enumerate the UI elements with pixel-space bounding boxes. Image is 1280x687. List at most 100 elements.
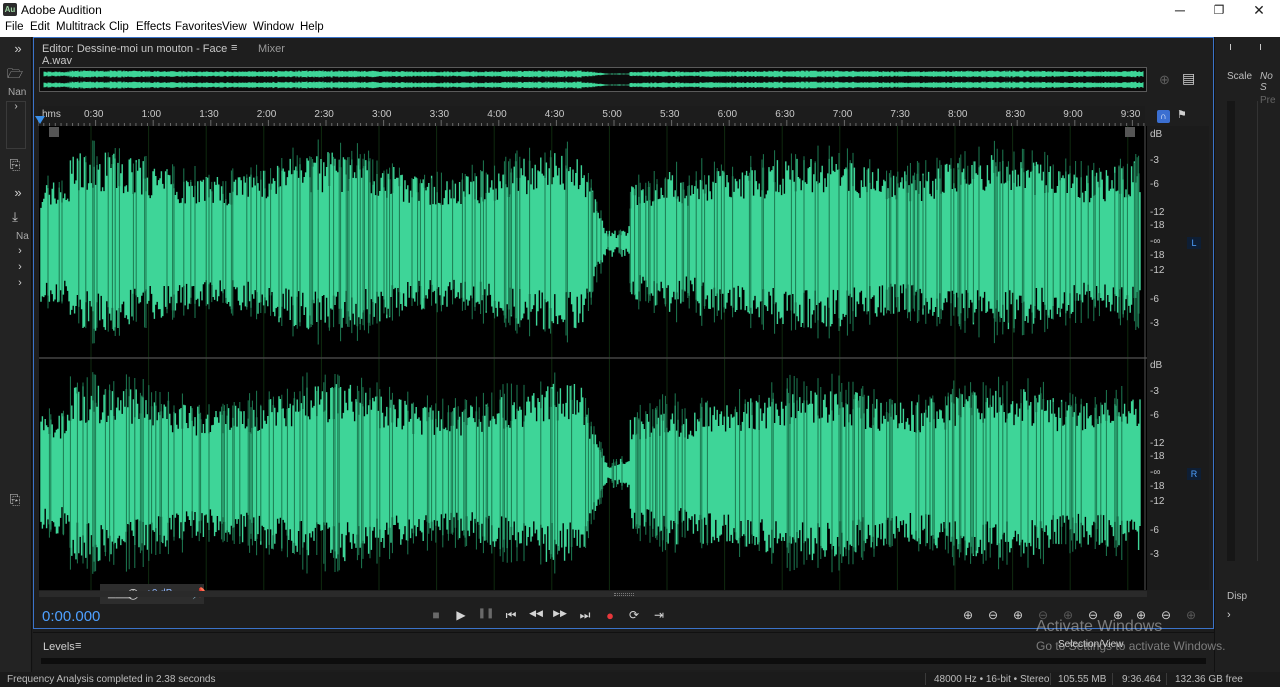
time-ruler[interactable]: hms 0:30 1:00 1:30 2:00 2:30 3:00 3:30 4:00 4:30… [38, 106, 1145, 126]
zoom-extra-button[interactable]: ⊕ [1181, 608, 1201, 622]
db-label: -12 [1150, 265, 1165, 276]
menu-favorites[interactable]: Favorites [175, 21, 222, 33]
expand-panel-icon-2[interactable]: » [8, 185, 28, 200]
db-label: -12 [1150, 207, 1165, 218]
db-label: -6 [1150, 294, 1159, 305]
chevron-right-icon-3[interactable]: › [10, 261, 30, 273]
status-divider [925, 673, 926, 685]
db-label: -18 [1150, 481, 1165, 492]
menu-window[interactable]: Window [253, 21, 294, 33]
zoom-overview-icon[interactable]: ⊕ [1159, 72, 1170, 88]
go-to-start-button[interactable]: ⏮ [502, 608, 520, 623]
media-browser-icon[interactable]: ⤓ [5, 209, 25, 225]
overview-waveform[interactable] [39, 67, 1147, 92]
status-divider [1050, 673, 1051, 685]
db-unit-bottom: dB [1150, 360, 1163, 371]
db-label: -6 [1150, 410, 1159, 421]
chevron-right-icon-4[interactable]: › [10, 277, 30, 289]
activate-windows-subtitle: Go to Settings to activate Windows. [1036, 639, 1226, 653]
tab-mixer[interactable]: Mixer [258, 43, 285, 55]
menu-view[interactable]: View [222, 21, 247, 33]
status-divider [1166, 673, 1167, 685]
waveform-display[interactable] [39, 126, 1147, 590]
playhead-marker[interactable] [35, 116, 45, 124]
status-size: 105.55 MB [1058, 674, 1107, 685]
db-unit-top: dB [1150, 129, 1163, 140]
ruler-marks [38, 120, 1145, 126]
right-panel-area [1257, 101, 1280, 561]
open-folder-icon[interactable]: 🗁 [5, 65, 25, 87]
db-label: -18 [1150, 220, 1165, 231]
files-name-label: Nan [8, 87, 27, 98]
zoom-out-amplitude-button[interactable]: ⊖ [983, 608, 1003, 622]
editor-panel: Editor: Dessine-moi un mouton - Face A.w… [33, 37, 1214, 629]
no-selection-label: No S [1260, 71, 1273, 93]
db-label: -18 [1150, 451, 1165, 462]
channel-left-badge[interactable]: L [1187, 237, 1201, 249]
menu-help[interactable]: Help [300, 21, 324, 33]
status-format: 48000 Hz • 16-bit • Stereo [934, 674, 1050, 685]
menu-multitrack[interactable]: Multitrack [56, 21, 105, 33]
status-message: Frequency Analysis completed in 2.38 sec… [7, 674, 216, 685]
status-divider [1112, 673, 1113, 685]
panel-grip-icon-2[interactable]: ı [1259, 41, 1262, 53]
insert-icon[interactable]: ⎘ [5, 157, 25, 173]
db-scale: dB -3 -6 -12 -18 -∞ -18 -12 -6 -3 L dB -… [1147, 126, 1209, 590]
pause-button[interactable]: ❚❚ [477, 608, 495, 619]
db-label: -∞ [1150, 236, 1161, 247]
minimize-button[interactable]: ─ [1160, 0, 1200, 20]
db-label: -12 [1150, 438, 1165, 449]
chevron-right-icon-5[interactable]: › [1227, 609, 1231, 621]
marker-icon[interactable]: ⚑ [1177, 108, 1187, 121]
levels-title[interactable]: Levels [43, 641, 75, 653]
waveform-svg [39, 126, 1147, 590]
loop-button[interactable]: ⟳ [625, 608, 643, 622]
db-label: -3 [1150, 318, 1159, 329]
chevron-right-icon[interactable]: › [6, 101, 26, 112]
go-to-end-button[interactable]: ⏭ [576, 608, 594, 623]
menu-effects[interactable]: Effects [136, 21, 171, 33]
panel-grip-icon[interactable]: ı [1229, 41, 1232, 53]
rewind-button[interactable]: ◀◀ [527, 608, 545, 619]
fade-out-handle[interactable] [1125, 127, 1135, 137]
snap-icon[interactable]: ∩ [1157, 110, 1170, 123]
right-dock: ı ı Scale No S Pre Disp › [1214, 37, 1280, 672]
zoom-in-time-button[interactable]: ⊕ [1008, 608, 1028, 622]
db-label: -3 [1150, 386, 1159, 397]
skip-selection-button[interactable]: ⇥ [650, 608, 668, 622]
scrollbar-grip[interactable] [614, 593, 634, 596]
stop-button[interactable]: ■ [427, 608, 445, 622]
db-label: -6 [1150, 179, 1159, 190]
status-duration: 9:36.464 [1122, 674, 1161, 685]
fade-in-handle[interactable] [49, 127, 59, 137]
list-icon[interactable]: ▤ [1182, 70, 1195, 87]
timecode-display[interactable]: 0:00.000 [42, 608, 100, 625]
overview-svg [40, 68, 1146, 91]
tab-menu-icon[interactable]: ≡ [231, 42, 237, 54]
status-free-space: 132.36 GB free [1175, 674, 1243, 685]
channel-right-badge[interactable]: R [1187, 468, 1201, 480]
zoom-in-amplitude-button[interactable]: ⊕ [958, 608, 978, 622]
insert-icon-2[interactable]: ⎘ [5, 492, 25, 508]
tab-strip: Editor: Dessine-moi un mouton - Face A.w… [34, 38, 1213, 71]
levels-menu-icon[interactable]: ≡ [75, 640, 81, 652]
db-label: -6 [1150, 525, 1159, 536]
play-button[interactable]: ▶ [452, 608, 470, 622]
maximize-button[interactable]: ❐ [1199, 0, 1239, 20]
menu-bar: File Edit Multitrack Clip Effects Favori… [0, 20, 1280, 37]
menu-clip[interactable]: Clip [109, 21, 129, 33]
window-title: Adobe Audition [21, 3, 102, 17]
levels-meter [41, 658, 1206, 664]
db-label: -3 [1150, 155, 1159, 166]
horizontal-scrollbar[interactable] [39, 591, 1147, 597]
chevron-right-icon-2[interactable]: › [10, 245, 30, 257]
app-logo-icon: Au [3, 3, 17, 16]
record-button[interactable]: ● [601, 608, 619, 623]
close-button[interactable]: ✕ [1239, 0, 1279, 20]
scale-label: Scale [1227, 71, 1253, 82]
menu-edit[interactable]: Edit [30, 21, 50, 33]
left-dock: » 🗁 Nan › ⎘ » ⤓ Na › › › ⎘ [0, 37, 32, 672]
fast-forward-button[interactable]: ▶▶ [551, 608, 569, 619]
expand-panel-icon[interactable]: » [8, 41, 28, 56]
menu-file[interactable]: File [5, 21, 24, 33]
